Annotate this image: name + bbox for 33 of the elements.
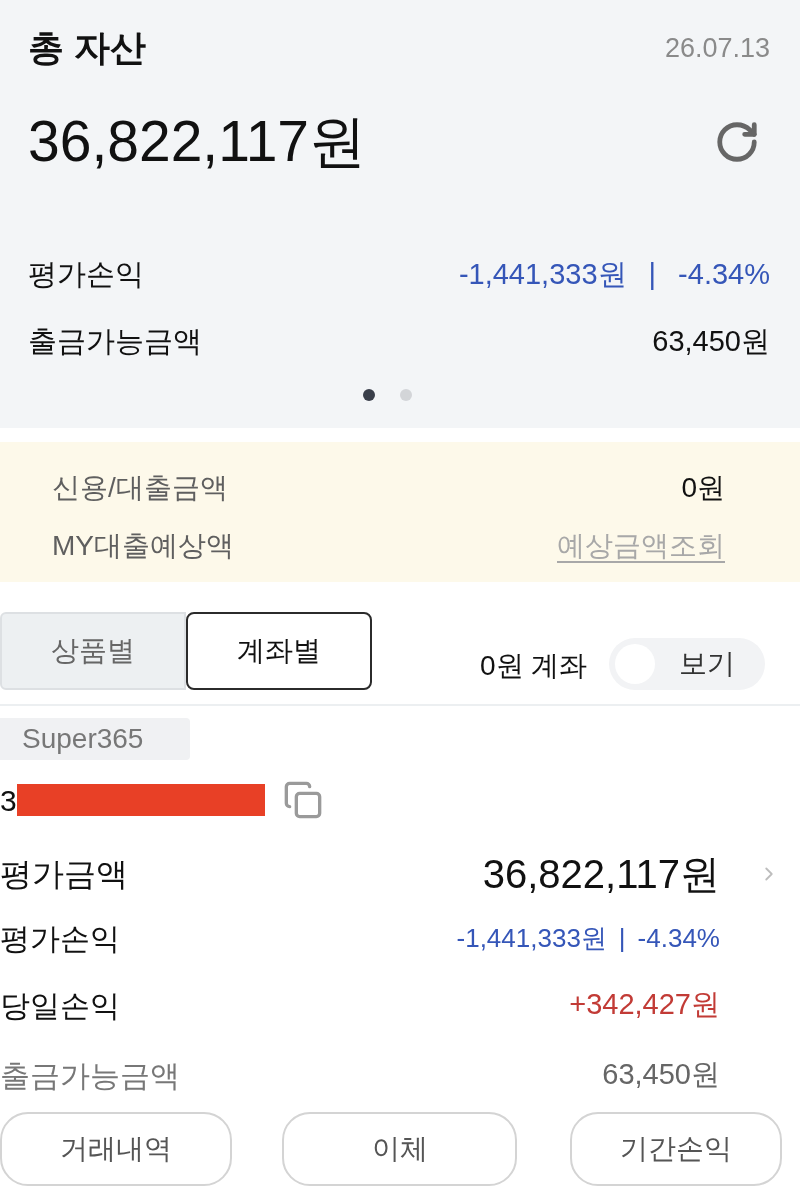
gain-amount: +342,427원 (569, 987, 720, 1023)
row-label: 당일손익 (0, 987, 121, 1024)
loss-amount: -1,441,333원 (458, 257, 627, 293)
row-label: 평가금액 (0, 855, 129, 894)
action-button[interactable]: 거래내역 (0, 1112, 232, 1186)
loan-label: MY대출예상액 (52, 529, 235, 563)
row-value: 63,450원 (652, 324, 770, 360)
separator-text: | (648, 257, 657, 293)
filter-label: 0원 계좌 (480, 649, 588, 683)
valuation-amount: 36,822,117원 (482, 851, 720, 898)
view-tab[interactable]: 상품별 (0, 612, 186, 690)
row-label: 출금가능금액 (0, 1057, 181, 1094)
row-value: 63,450원 (602, 1057, 720, 1093)
account-number: 3 (0, 782, 17, 819)
action-button[interactable]: 기간손익 (570, 1112, 782, 1186)
row-label: 평가손익 (0, 920, 121, 957)
loss-amount: -1,441,333원 (456, 921, 607, 955)
total-assets-amount: 36,822,117원 (28, 108, 367, 176)
zero-balance-switch[interactable]: 보기 (609, 638, 766, 690)
copy-icon[interactable] (282, 780, 323, 820)
action-button[interactable]: 이체 (282, 1112, 517, 1186)
loss-rate: -4.34% (678, 257, 770, 293)
loan-label: 신용/대출금액 (52, 471, 229, 505)
row-label: 출금가능금액 (28, 324, 203, 360)
row-label: 평가손익 (28, 257, 145, 293)
separator-text: | (618, 921, 626, 955)
total-assets-title: 총 자산 (28, 26, 146, 70)
loss-rate: -4.34% (637, 921, 720, 955)
loan-value: 0원 (681, 471, 725, 505)
view-tab[interactable]: 계좌별 (186, 612, 372, 690)
refresh-icon[interactable] (714, 119, 760, 165)
product-tag: Super365 (0, 718, 190, 760)
date-text: 26.07.13 (664, 31, 770, 65)
